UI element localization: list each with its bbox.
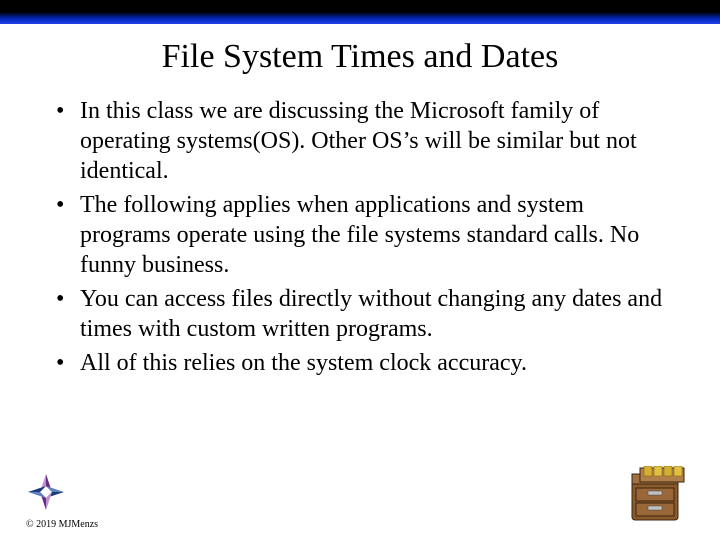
top-accent-bar <box>0 0 720 24</box>
bullet-item: The following applies when applications … <box>50 190 670 280</box>
bullet-item: You can access files directly without ch… <box>50 284 670 344</box>
file-cabinet-icon <box>626 466 690 524</box>
slide-title: File System Times and Dates <box>40 38 680 76</box>
logo-icon <box>26 472 66 512</box>
bullet-list: In this class we are discussing the Micr… <box>50 96 670 378</box>
bullet-item: All of this relies on the system clock a… <box>50 348 670 378</box>
copyright-text: © 2019 MJMenzs <box>26 519 98 530</box>
bullet-item: In this class we are discussing the Micr… <box>50 96 670 186</box>
footer: © 2019 MJMenzs <box>26 460 694 530</box>
